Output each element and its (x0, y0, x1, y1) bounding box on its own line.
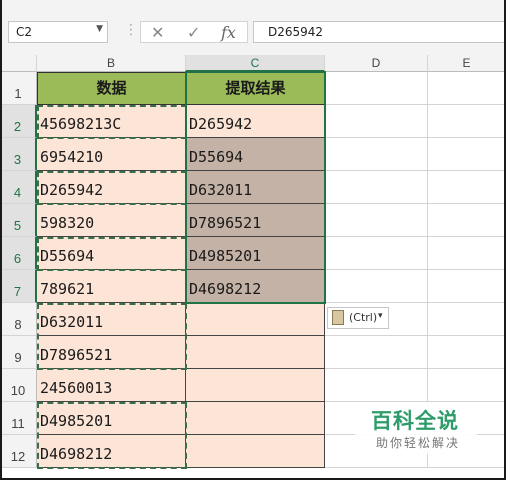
screenshot-frame (0, 0, 506, 480)
